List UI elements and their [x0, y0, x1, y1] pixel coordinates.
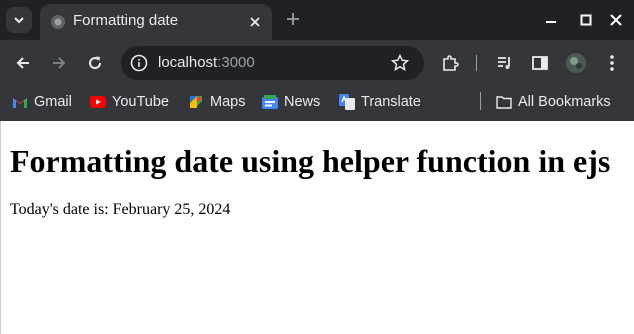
minimize-button[interactable] — [541, 10, 561, 30]
close-window-button[interactable] — [606, 10, 626, 30]
globe-icon — [51, 15, 65, 29]
address-bar[interactable]: localhost:3000 — [121, 46, 424, 80]
bookmark-label: Translate — [361, 94, 421, 110]
tab-active[interactable]: Formatting date — [40, 4, 272, 40]
star-icon — [391, 54, 409, 71]
plus-icon — [287, 13, 299, 25]
tab-strip: Formatting date — [0, 0, 634, 40]
page-heading: Formatting date using helper function in… — [10, 143, 611, 179]
bookmark-translate[interactable]: Translate — [339, 92, 421, 112]
all-bookmarks-button[interactable]: All Bookmarks — [496, 92, 611, 112]
youtube-icon — [90, 94, 106, 110]
bookmark-news[interactable]: News — [262, 92, 320, 112]
bookmark-label: YouTube — [112, 94, 169, 110]
date-value: February 25, 2024 — [112, 201, 231, 218]
forward-button[interactable] — [47, 51, 71, 75]
bookmarks-divider — [480, 92, 481, 110]
browser-chrome: Formatting date localhost:3000 Gmail You… — [0, 0, 634, 121]
url-port: :3000 — [217, 54, 255, 71]
side-panel-icon — [532, 56, 548, 70]
maximize-button[interactable] — [576, 10, 596, 30]
gmail-icon — [12, 94, 28, 110]
maximize-icon — [580, 14, 592, 26]
side-panel-button[interactable] — [529, 52, 551, 74]
toolbar-divider — [476, 55, 477, 71]
tab-search-button[interactable] — [6, 7, 32, 33]
arrow-left-icon — [16, 57, 29, 69]
new-tab-button[interactable] — [283, 9, 303, 29]
extensions-button[interactable] — [439, 52, 461, 74]
minimize-icon — [546, 21, 556, 23]
url-host: localhost — [158, 54, 218, 71]
date-line: Today's date is: February 25, 2024 — [10, 201, 230, 219]
chevron-down-icon — [14, 17, 24, 24]
maps-icon — [188, 94, 204, 110]
close-icon — [250, 17, 260, 27]
bookmark-star-button[interactable] — [390, 53, 410, 73]
bookmark-youtube[interactable]: YouTube — [90, 92, 169, 112]
translate-icon — [339, 94, 355, 110]
reload-icon — [89, 56, 102, 70]
folder-icon — [496, 94, 512, 110]
music-queue-icon — [498, 57, 510, 69]
puzzle-icon — [443, 55, 459, 71]
page-content: Formatting date using helper function in… — [0, 121, 634, 334]
avatar-icon — [566, 53, 586, 73]
bookmark-label: Maps — [210, 94, 246, 110]
more-vertical-icon — [610, 55, 614, 71]
url-text: localhost:3000 — [158, 54, 255, 71]
close-icon — [610, 14, 622, 26]
all-bookmarks-label: All Bookmarks — [518, 94, 611, 110]
media-controls-button[interactable] — [494, 52, 516, 74]
bookmark-label: Gmail — [34, 94, 72, 110]
tab-title: Formatting date — [73, 12, 179, 29]
profile-avatar-button[interactable] — [565, 52, 587, 74]
news-icon — [262, 94, 278, 110]
back-button[interactable] — [11, 51, 35, 75]
reload-button[interactable] — [83, 51, 107, 75]
site-info-button[interactable] — [129, 53, 149, 73]
tab-close-button[interactable] — [246, 13, 264, 31]
date-label: Today's date is: — [10, 201, 109, 218]
info-icon — [130, 54, 148, 72]
menu-button[interactable] — [601, 52, 623, 74]
bookmark-label: News — [284, 94, 321, 110]
bookmark-maps[interactable]: Maps — [188, 92, 245, 112]
arrow-right-icon — [53, 57, 66, 69]
bookmark-gmail[interactable]: Gmail — [12, 92, 72, 112]
